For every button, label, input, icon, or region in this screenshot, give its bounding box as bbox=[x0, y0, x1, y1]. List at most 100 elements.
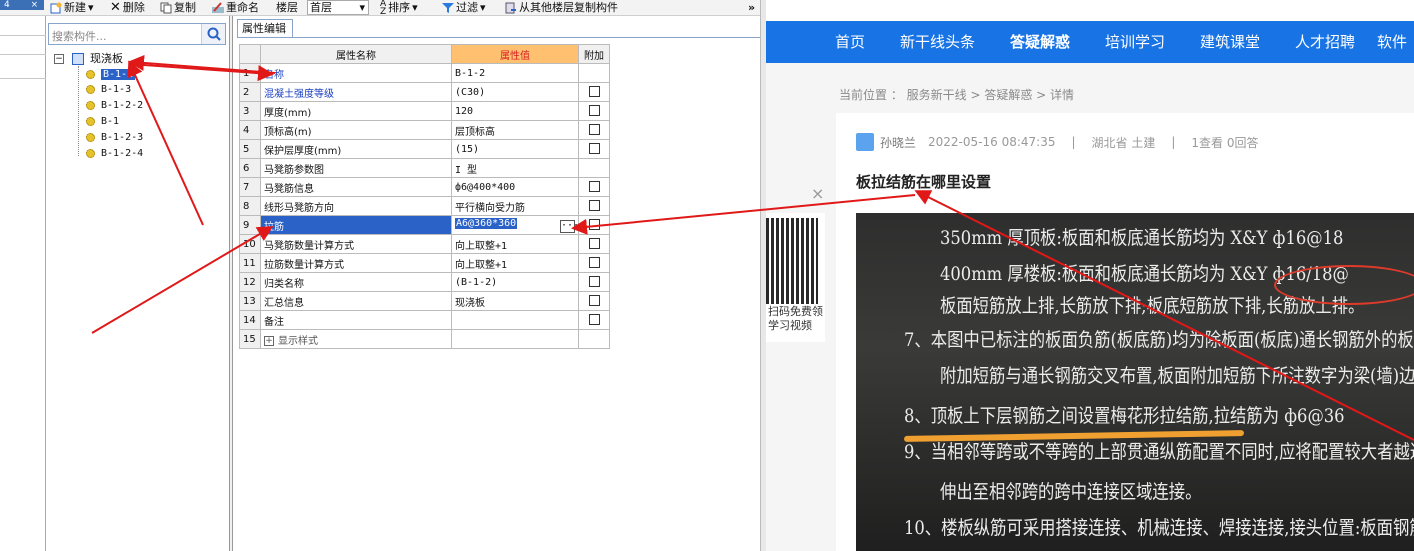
question-photo[interactable]: 350mm 厚顶板:板面和板底通长筋均为 X&Y ф16@18 400mm 厚楼… bbox=[856, 213, 1414, 551]
property-value[interactable]: (15) bbox=[451, 139, 579, 159]
table-row[interactable]: 10 马凳筋数量计算方式 向上取整+1 bbox=[239, 234, 610, 254]
table-row[interactable]: 6 马凳筋参数图 I 型 bbox=[239, 158, 610, 178]
row-number: 9 bbox=[239, 215, 261, 235]
add-checkbox[interactable] bbox=[588, 314, 600, 326]
add-checkbox[interactable] bbox=[588, 181, 600, 193]
property-name: 顶标高(m) bbox=[260, 120, 452, 140]
property-value[interactable]: 现浇板 bbox=[451, 291, 579, 311]
tree-root[interactable]: − 现浇板 bbox=[54, 51, 123, 66]
selected-value-text[interactable]: A6@360*360 bbox=[455, 217, 518, 229]
nav-jobs[interactable]: 人才招聘 bbox=[1295, 21, 1355, 63]
nav-software[interactable]: 软件 bbox=[1377, 21, 1407, 63]
property-name: 马凳筋参数图 bbox=[260, 158, 452, 178]
property-value[interactable]: (C30) bbox=[451, 82, 579, 102]
add-checkbox[interactable] bbox=[588, 257, 600, 269]
component-icon bbox=[86, 84, 95, 94]
component-icon bbox=[86, 116, 95, 126]
tree-item-label: B-1 bbox=[101, 116, 120, 127]
nav-qa[interactable]: 答疑解惑 bbox=[1010, 21, 1070, 63]
table-row[interactable]: 14 备注 bbox=[239, 310, 610, 330]
row-number: 14 bbox=[239, 310, 261, 330]
search-field[interactable]: 搜索构件... bbox=[48, 23, 226, 45]
tree-item[interactable]: B-1-3 bbox=[86, 82, 131, 97]
tree-item[interactable]: B-1-2-3 bbox=[86, 130, 143, 145]
copy-label: 复制 bbox=[174, 0, 196, 14]
tree-item-label: B-1-2-4 bbox=[101, 148, 144, 159]
window-tab[interactable]: 4 × bbox=[0, 0, 44, 10]
delete-button[interactable]: ✕ 删除 bbox=[110, 0, 145, 15]
table-row[interactable]: 15 + 显示样式 bbox=[239, 329, 610, 349]
close-icon[interactable]: × bbox=[811, 184, 824, 203]
column-header-value[interactable]: 属性值 bbox=[451, 44, 579, 64]
nav-headlines[interactable]: 新干线头条 bbox=[900, 21, 975, 63]
table-row[interactable]: 8 线形马凳筋方向 平行横向受力筋 bbox=[239, 196, 610, 216]
floor-select[interactable]: 首层 ▾ bbox=[307, 0, 369, 15]
nav-training[interactable]: 培训学习 bbox=[1105, 21, 1165, 63]
copy-from-floor-button[interactable]: 从其他楼层复制构件 bbox=[505, 0, 618, 15]
property-value[interactable]: B-1-2 bbox=[451, 63, 579, 83]
avatar[interactable] bbox=[856, 133, 874, 151]
photo-text-line: 8、顶板上下层钢筋之间设置梅花形拉结筋,拉结筋为 ф6@36 bbox=[904, 405, 1345, 427]
nav-home[interactable]: 首页 bbox=[835, 21, 865, 63]
collapse-icon[interactable]: − bbox=[54, 54, 64, 64]
property-name-expandable[interactable]: + 显示样式 bbox=[260, 329, 452, 349]
property-value[interactable]: ф6@400*400 bbox=[451, 177, 579, 197]
column-header-name[interactable]: 属性名称 bbox=[260, 44, 452, 64]
ellipsis-button[interactable]: ··· bbox=[560, 219, 579, 233]
property-value[interactable]: 平行横向受力筋 bbox=[451, 196, 579, 216]
property-value[interactable]: (B-1-2) bbox=[451, 272, 579, 292]
rename-button[interactable]: 重命名 bbox=[212, 0, 259, 15]
add-checkbox[interactable] bbox=[588, 143, 600, 155]
table-row[interactable]: 7 马凳筋信息 ф6@400*400 bbox=[239, 177, 610, 197]
new-button[interactable]: 新建 ▾ bbox=[50, 0, 94, 15]
qr-promo[interactable]: 扫码免费领 学习视频 bbox=[766, 213, 825, 342]
close-icon[interactable]: × bbox=[31, 0, 39, 10]
tree-item[interactable]: B-1-2 bbox=[86, 67, 136, 82]
tree-item[interactable]: B-1-2-4 bbox=[86, 146, 143, 161]
breadcrumb[interactable]: 当前位置 ： 服务新干线 > 答疑解惑 > 详情 bbox=[839, 86, 1074, 103]
table-row[interactable]: 12 归类名称 (B-1-2) bbox=[239, 272, 610, 292]
table-row[interactable]: 13 汇总信息 现浇板 bbox=[239, 291, 610, 311]
meta-separator: | bbox=[1071, 135, 1076, 149]
property-value[interactable] bbox=[451, 310, 579, 330]
photo-text-line: 附加短筋与通长钢筋交叉布置,板面附加短筋下所注数字为梁(墙)边至钢筋末 bbox=[940, 365, 1414, 387]
row-number: 5 bbox=[239, 139, 261, 159]
property-value[interactable]: 120 bbox=[451, 101, 579, 121]
tree-item[interactable]: B-1-2-2 bbox=[86, 98, 143, 113]
table-row[interactable]: 1 名称 B-1-2 bbox=[239, 63, 610, 83]
table-row-selected[interactable]: 9 拉筋 A6@360*360 ··· bbox=[239, 215, 610, 235]
filter-button[interactable]: 过滤 ▾ bbox=[442, 0, 486, 15]
tab-property-edit[interactable]: 属性编辑 bbox=[237, 19, 293, 37]
property-value[interactable]: 层顶标高 bbox=[451, 120, 579, 140]
author-name[interactable]: 孙晓兰 bbox=[880, 134, 916, 151]
property-value[interactable] bbox=[451, 329, 579, 349]
add-checkbox[interactable] bbox=[588, 105, 600, 117]
add-checkbox[interactable] bbox=[588, 86, 600, 98]
nav-classroom[interactable]: 建筑课堂 bbox=[1200, 21, 1260, 63]
expand-icon[interactable]: + bbox=[264, 335, 274, 346]
add-checkbox[interactable] bbox=[588, 238, 600, 250]
add-checkbox[interactable] bbox=[588, 295, 600, 307]
table-row[interactable]: 3 厚度(mm) 120 bbox=[239, 101, 610, 121]
table-row[interactable]: 4 顶标高(m) 层顶标高 bbox=[239, 120, 610, 140]
property-value[interactable]: 向上取整+1 bbox=[451, 234, 579, 254]
add-checkbox[interactable] bbox=[588, 200, 600, 212]
add-checkbox[interactable] bbox=[588, 219, 600, 231]
table-row[interactable]: 11 拉筋数量计算方式 向上取整+1 bbox=[239, 253, 610, 273]
table-row[interactable]: 2 混凝土强度等级 (C30) bbox=[239, 82, 610, 102]
column-header-add[interactable]: 附加 bbox=[578, 44, 610, 64]
table-row[interactable]: 5 保护层厚度(mm) (15) bbox=[239, 139, 610, 159]
sort-button[interactable]: AZ 排序 ▾ bbox=[380, 0, 418, 16]
add-cell bbox=[578, 272, 610, 292]
search-icon[interactable] bbox=[201, 24, 225, 44]
property-value-editor[interactable]: A6@360*360 ··· bbox=[451, 215, 579, 235]
property-value[interactable]: 向上取整+1 bbox=[451, 253, 579, 273]
tree-item[interactable]: B-1 bbox=[86, 114, 119, 129]
add-checkbox[interactable] bbox=[588, 124, 600, 136]
toolbar-overflow-button[interactable]: » bbox=[748, 0, 755, 15]
add-checkbox[interactable] bbox=[588, 276, 600, 288]
search-input[interactable]: 搜索构件... bbox=[52, 28, 107, 44]
component-editor-window: 4 × 新建 ▾ ✕ 删除 复制 重命名 楼层 首层 ▾ AZ 排序 ▾ 过滤 … bbox=[0, 0, 766, 551]
property-value[interactable]: I 型 bbox=[451, 158, 579, 178]
copy-button[interactable]: 复制 bbox=[160, 0, 196, 15]
